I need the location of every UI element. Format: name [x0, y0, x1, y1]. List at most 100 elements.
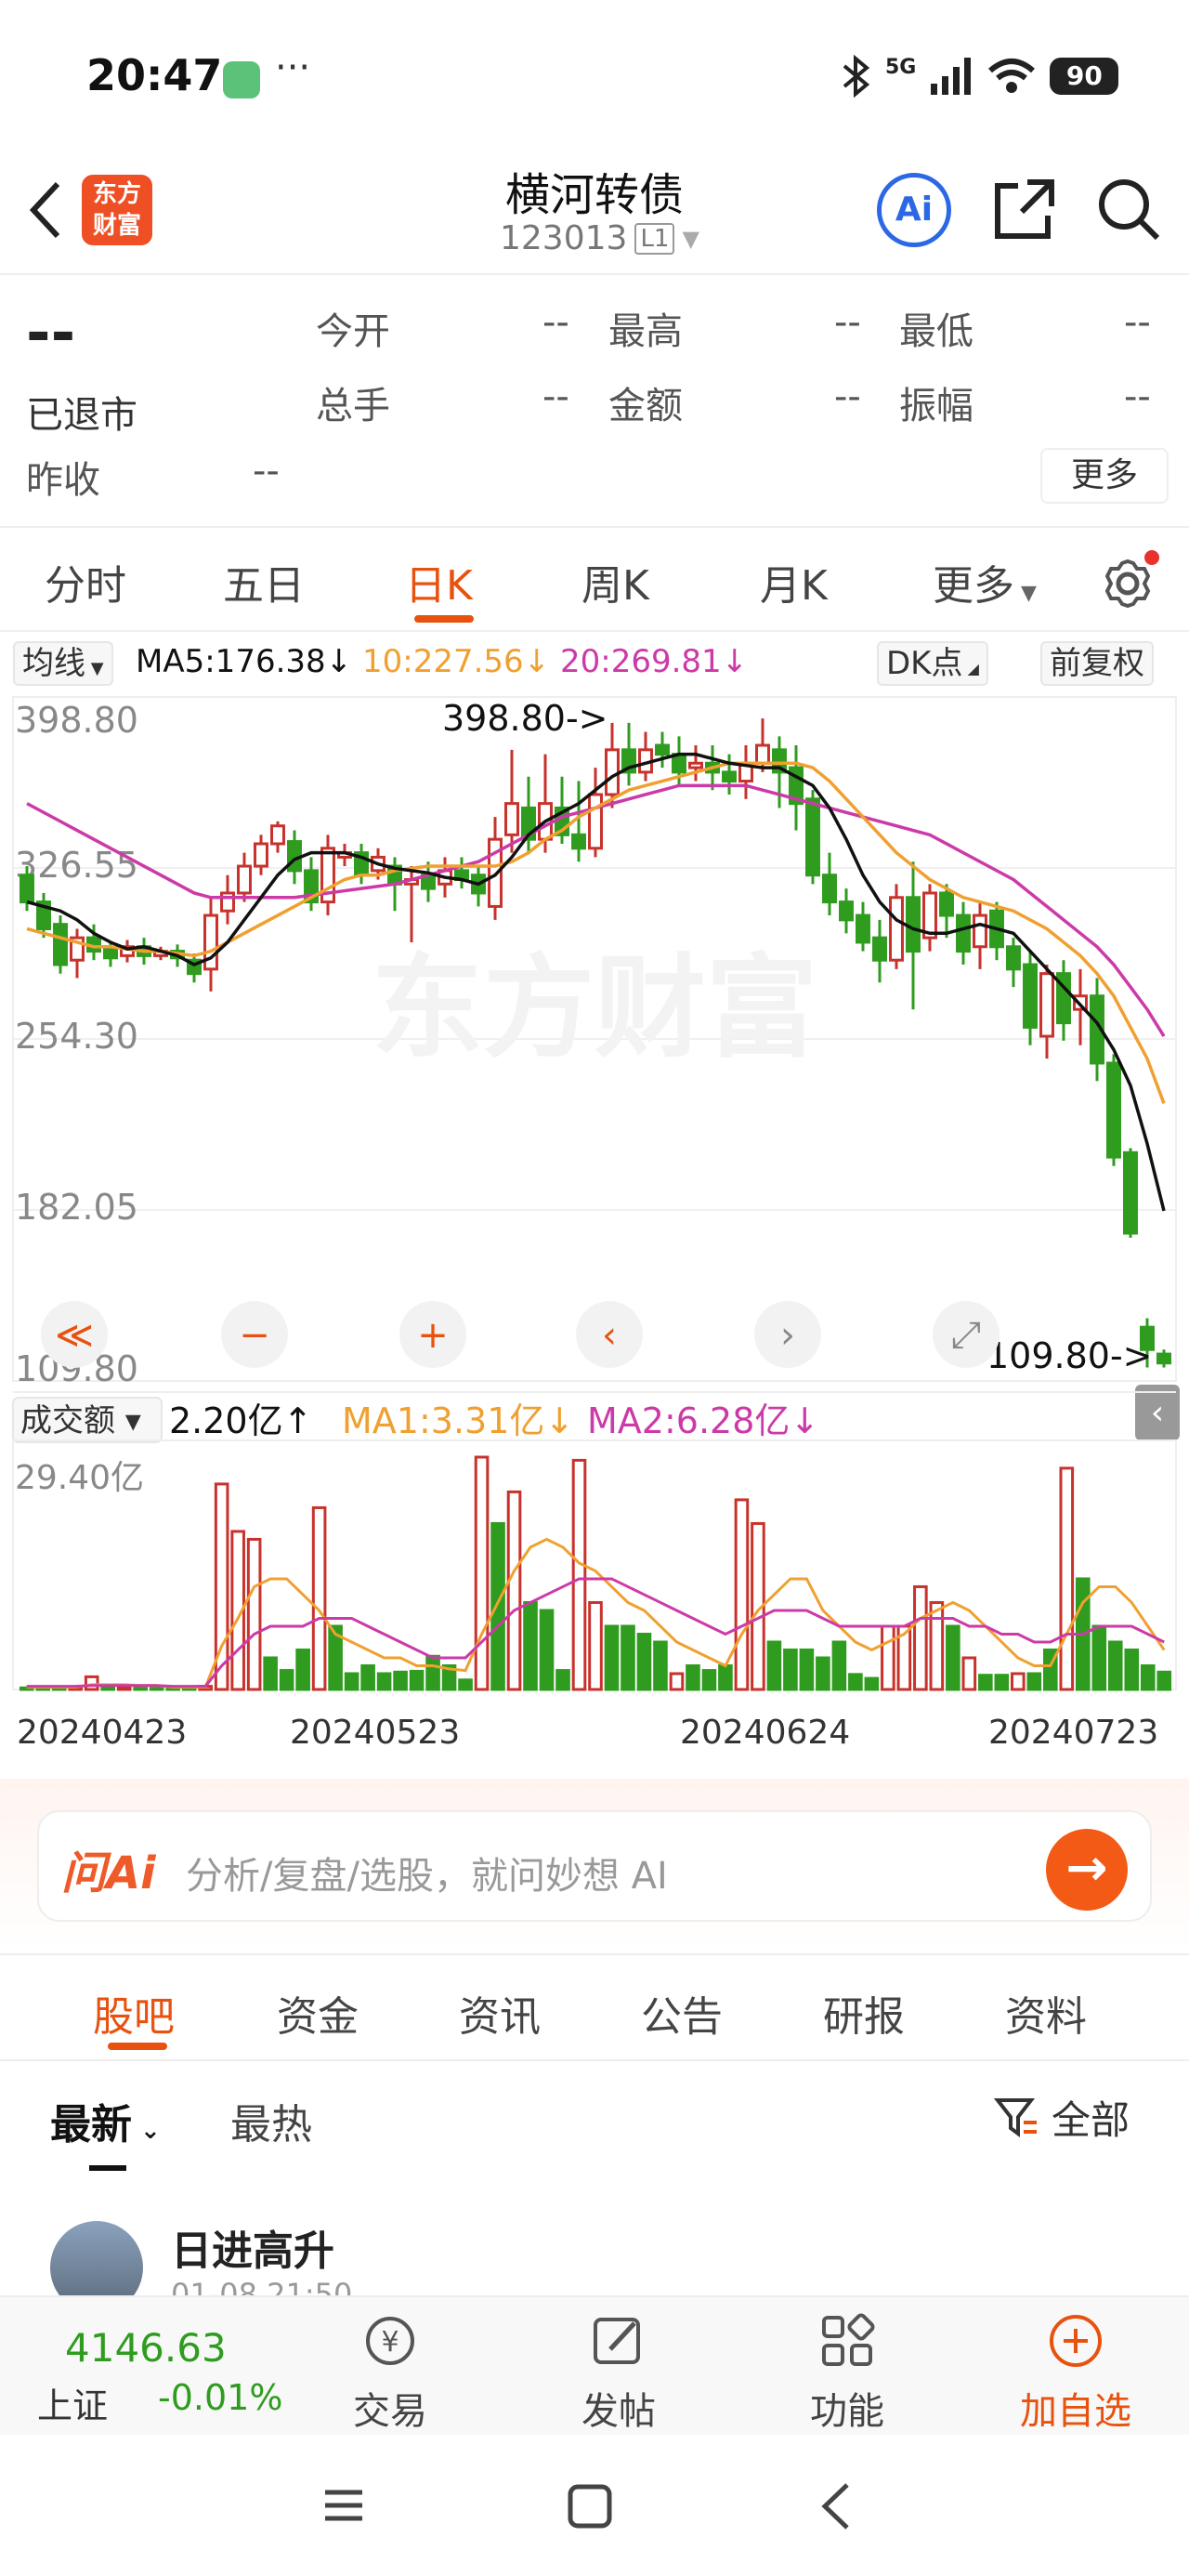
candle-up	[755, 743, 770, 765]
ask-ai-input[interactable]: 问Ai 分析/复盘/选股，就问妙想 AI →	[37, 1810, 1152, 1922]
candle-down	[1123, 1150, 1138, 1235]
nav-functions[interactable]: 功能	[782, 2310, 912, 2435]
active-tab-indicator	[414, 615, 474, 623]
candle-down	[906, 896, 921, 953]
volume-bar-down	[263, 1656, 278, 1691]
zoom-in-glyph[interactable]: +	[417, 1314, 449, 1357]
ask-ai-go-button[interactable]: →	[1046, 1829, 1128, 1911]
volume-bar-down	[149, 1685, 164, 1691]
field-label-amplitude: 振幅	[899, 385, 973, 427]
y-tick-label: 254.30	[15, 1016, 138, 1057]
tab-weekly-k[interactable]: 周K	[581, 552, 649, 611]
filter-icon	[994, 2097, 1037, 2137]
tab-funds[interactable]: 资金	[277, 1983, 359, 2043]
tab-five-day[interactable]: 五日	[223, 552, 305, 611]
home-icon[interactable]	[567, 2483, 613, 2530]
field-label-volume: 总手	[316, 385, 390, 427]
stock-code-selector[interactable]: 123013 L1 ▼	[500, 219, 699, 257]
candle-down	[103, 947, 118, 960]
volume-bar-down	[1140, 1663, 1156, 1691]
nav-add-watchlist[interactable]: 加自选	[1011, 2310, 1141, 2435]
last-price: --	[26, 299, 76, 368]
bottom-toolbar: 4146.63 上证 -0.01% ¥ 交易 发帖 功能 加自选	[0, 2295, 1189, 2435]
ma10-arrow: ↓	[523, 643, 551, 680]
adjust-selector[interactable]: 前复权	[1040, 641, 1154, 686]
scroll-right-glyph[interactable]: ›	[780, 1314, 795, 1357]
volume-bar-down	[376, 1672, 392, 1691]
search-button[interactable]	[1094, 175, 1163, 243]
zoom-out-glyph[interactable]: −	[239, 1314, 270, 1357]
fullscreen-glyph[interactable]: ⤢	[951, 1314, 981, 1357]
volume-ma2: MA2:6.28亿↓	[587, 1400, 819, 1441]
share-button[interactable]	[990, 175, 1059, 243]
field-label-prev-close: 昨收	[26, 459, 100, 502]
post-item[interactable]: 日进高升 01-08 21:50	[0, 2193, 1189, 2295]
battery-indicator: 90	[1050, 58, 1119, 95]
zoom-fastback-glyph[interactable]: ≪	[55, 1314, 94, 1357]
sort-hot[interactable]: 最热	[230, 2091, 312, 2150]
more-notifications-icon: ···	[275, 46, 311, 89]
add-circle-icon	[1050, 2315, 1102, 2367]
field-value-high: --	[834, 301, 861, 344]
back-icon[interactable]	[817, 2481, 855, 2531]
volume-bar-up	[734, 1498, 750, 1691]
max-price-annotation: 398.80->	[442, 698, 608, 739]
ma5-arrow: ↓	[325, 643, 353, 680]
tab-announcements[interactable]: 公告	[641, 1983, 723, 2043]
sort-latest[interactable]: 最新 ⌄	[50, 2091, 161, 2150]
menu-icon[interactable]	[321, 2483, 366, 2528]
ask-ai-placeholder: 分析/复盘/选股，就问妙想 AI	[186, 1855, 668, 1898]
filter-all-button[interactable]: 全部	[994, 2089, 1130, 2146]
filter-all-label: 全部	[1052, 2097, 1130, 2143]
search-icon	[1099, 179, 1160, 241]
field-label-amount: 金额	[608, 385, 683, 427]
ma-selector[interactable]: 均线 ▼	[13, 641, 113, 686]
tab-news[interactable]: 资讯	[459, 1983, 541, 2043]
volume-bar-down	[946, 1624, 960, 1691]
tab-profile[interactable]: 资料	[1005, 1983, 1087, 2043]
kline-chart-area[interactable]: 398.80 326.55 254.30 182.05 109.80 东方财富 398.80…	[0, 693, 1189, 1775]
min-price-annotation: 109.80->	[986, 1335, 1153, 1376]
tab-more[interactable]: 更多 ▼	[933, 552, 1037, 611]
ma5-value: MA5:176.38	[136, 643, 326, 680]
volume-bar-up	[506, 1490, 522, 1691]
field-value-volume: --	[542, 375, 569, 418]
volume-bar-up	[588, 1600, 603, 1691]
volume-bar-down	[360, 1663, 375, 1691]
candle-up	[504, 802, 519, 836]
index-widget[interactable]: 4146.63 上证 -0.01%	[37, 2325, 297, 2427]
dk-point-selector[interactable]: DK点 ◢	[877, 641, 988, 686]
post-username[interactable]: 日进高升	[171, 2217, 334, 2277]
nav-add-watchlist-label: 加自选	[1020, 2390, 1131, 2433]
volume-bar-up	[881, 1624, 895, 1691]
volume-bar-down	[653, 1640, 668, 1691]
tab-daily-k[interactable]: 日K	[405, 552, 473, 611]
avatar[interactable]	[50, 2221, 143, 2295]
indicator-row: 均线 ▼ MA5:176.38↓ 10:227.56↓ 20:269.81↓ D…	[0, 632, 1189, 693]
tab-intraday[interactable]: 分时	[45, 552, 126, 611]
scroll-left-glyph[interactable]: ‹	[602, 1314, 617, 1357]
tab-research[interactable]: 研报	[823, 1983, 905, 2043]
field-label-open: 今开	[316, 310, 390, 353]
candle-down	[722, 770, 737, 783]
ai-button[interactable]: Ai	[877, 173, 951, 247]
tab-monthly-k[interactable]: 月K	[760, 552, 828, 611]
volume-bar-up	[84, 1675, 99, 1691]
nav-post[interactable]: 发帖	[554, 2310, 684, 2435]
nav-trade[interactable]: ¥ 交易	[325, 2310, 455, 2435]
volume-bar-down	[816, 1656, 830, 1691]
field-value-amplitude: --	[1124, 375, 1151, 418]
corner-caret-icon: ◢	[962, 660, 979, 677]
x-tick-label: 20240624	[680, 1714, 850, 1752]
chart-settings-button[interactable]	[1098, 548, 1163, 613]
volume-bar-down	[1156, 1670, 1172, 1691]
kline-chart[interactable]: 398.80326.55254.30182.05109.80东方财富398.80…	[0, 693, 1189, 1775]
caret-down-icon: ▼	[85, 659, 104, 678]
tab-guba[interactable]: 股吧	[93, 1983, 175, 2043]
grid-icon	[822, 2313, 875, 2366]
volume-bar-up	[929, 1600, 945, 1691]
volume-bar-down	[718, 1663, 733, 1691]
content-tabs: 股吧 资金 资讯 公告 研报 资料	[0, 1953, 1189, 2061]
share-icon	[995, 179, 1054, 239]
more-quote-button[interactable]: 更多	[1040, 448, 1169, 504]
